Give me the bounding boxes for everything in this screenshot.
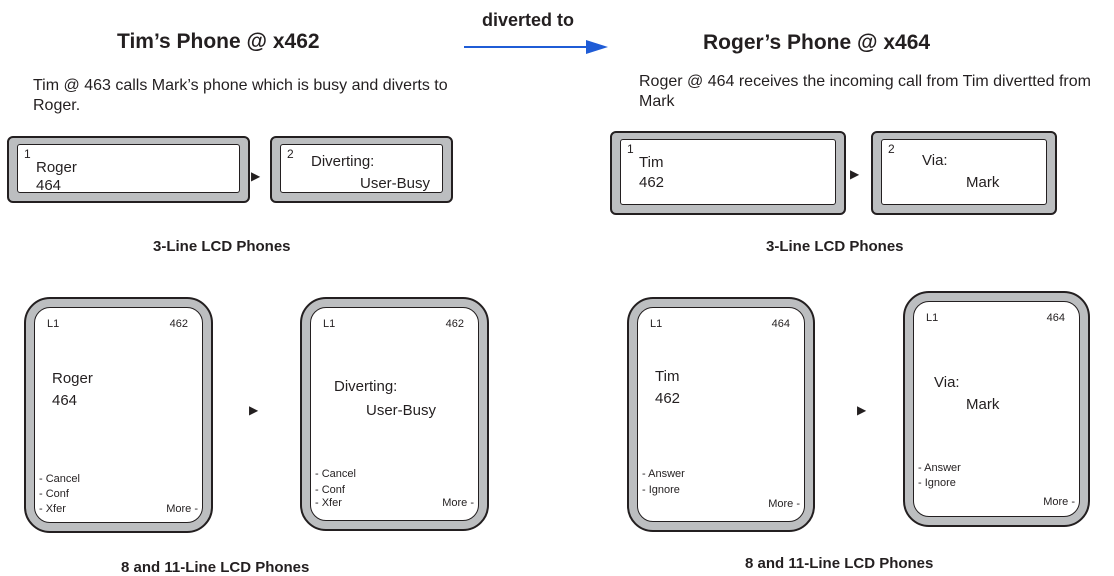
softkey-more[interactable]: More - [166,503,198,516]
caller-number: 462 [655,390,681,407]
arrow-right-icon [464,40,608,54]
softkey-xfer[interactable]: - Xfer [39,503,66,516]
softkey-ignore[interactable]: - Ignore [642,484,680,497]
lcd8-screen-via: L1 464 Via: Mark - Answer - Ignore More … [903,291,1090,527]
softkey-answer[interactable]: - Answer [918,462,961,475]
right-triangle-icon: ▶ [251,169,261,183]
via-name: Mark [966,396,1000,413]
line-index: 1 [627,142,634,156]
right-title: Roger’s Phone @ x464 [703,31,931,54]
right-triangle-icon: ▶ [850,167,860,181]
left-lcd3-caption: 3-Line LCD Phones [153,238,291,255]
caller-number: 464 [52,392,78,409]
extension-number: 464 [1046,312,1065,324]
line-indicator: L1 [47,318,60,330]
divert-label: Diverting: [311,153,375,170]
lcd3-display: 2 Diverting: User-Busy [280,144,443,193]
softkey-more[interactable]: More - [442,497,474,510]
lcd3-screen-tim: 1 Tim 462 [610,131,846,215]
caller-name: Tim [639,154,664,171]
lcd3-display: 1 Tim 462 [620,139,836,205]
extension-number: 462 [169,318,188,330]
lcd3-screen-via: 2 Via: Mark [871,131,1057,215]
caller-name: Roger [52,370,93,387]
right-triangle-icon: ▶ [249,403,259,417]
right-triangle-icon: ▶ [857,403,867,417]
via-label: Via: [922,152,948,169]
caller-name: Roger [36,159,77,176]
left-lcd8-caption: 8 and 11-Line LCD Phones [121,559,310,576]
line-index: 2 [888,142,895,156]
caller-name: Tim [655,368,680,385]
line-indicator: L1 [650,318,663,330]
extension-number: 464 [771,318,790,330]
softkey-more[interactable]: More - [768,498,800,511]
softkey-cancel[interactable]: - Cancel [39,473,80,486]
softkey-conf[interactable]: - Conf [39,488,69,501]
right-description: Roger @ 464 receives the incoming call f… [639,73,1091,110]
divert-reason: User-Busy [359,175,430,192]
lcd8-display: L1 464 Tim 462 - Answer - Ignore More - [637,307,805,522]
lcd8-screen-tim: L1 464 Tim 462 - Answer - Ignore More - [627,297,815,532]
softkey-cancel[interactable]: - Cancel [315,468,356,481]
left-title: Tim’s Phone @ x462 [117,30,320,53]
softkey-ignore[interactable]: - Ignore [918,477,956,490]
divert-label: Diverting: [334,378,398,395]
via-name: Mark [966,174,1000,191]
diverted-to-label: diverted to [482,10,575,30]
line-indicator: L1 [926,312,939,324]
lcd8-display: L1 462 Diverting: User-Busy - Cancel - C… [310,307,479,521]
line-index: 1 [24,147,31,161]
extension-number: 462 [445,318,464,330]
lcd8-display: L1 462 Roger 464 - Cancel - Conf - Xfer … [34,307,203,523]
softkey-more[interactable]: More - [1043,496,1075,509]
lcd3-screen-roger: 1 Roger 464 [7,136,250,203]
right-lcd8-caption: 8 and 11-Line LCD Phones [745,555,934,572]
lcd8-display: L1 464 Via: Mark - Answer - Ignore More … [913,301,1080,517]
via-label: Via: [934,374,960,391]
caller-number: 462 [639,174,665,191]
line-index: 2 [287,147,294,161]
left-description: Tim @ 463 calls Mark’s phone which is bu… [33,77,448,114]
softkey-conf[interactable]: - Conf [315,484,345,497]
lcd8-screen-roger: L1 462 Roger 464 - Cancel - Conf - Xfer … [24,297,213,533]
line-indicator: L1 [323,318,336,330]
lcd3-display: 2 Via: Mark [881,139,1047,205]
softkey-answer[interactable]: - Answer [642,468,685,481]
divert-reason: User-Busy [366,402,437,419]
right-lcd3-caption: 3-Line LCD Phones [766,238,904,255]
softkey-xfer[interactable]: - Xfer [315,497,342,510]
caller-number: 464 [36,177,62,194]
lcd8-screen-diverting: L1 462 Diverting: User-Busy - Cancel - C… [300,297,489,531]
lcd3-screen-diverting: 2 Diverting: User-Busy [270,136,453,203]
lcd3-display: 1 Roger 464 [17,144,240,194]
